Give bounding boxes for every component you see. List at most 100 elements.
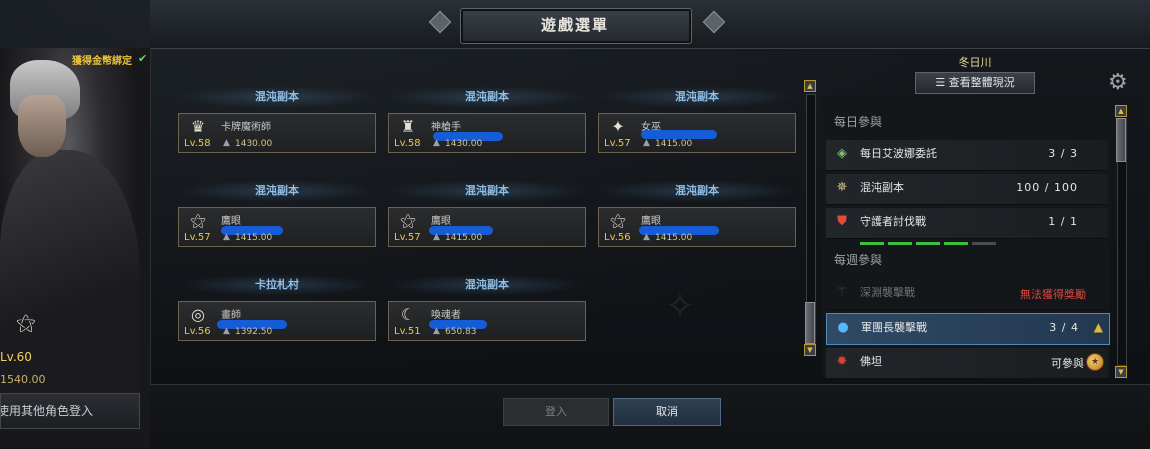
selected-power: 1540.00 <box>0 373 46 386</box>
region-name: 冬日川 <box>958 56 992 69</box>
panel-scroll-up-button[interactable]: ▲ <box>1115 105 1127 117</box>
task-count: 1 / 1 <box>1048 215 1078 228</box>
task-count: 3 / 4 <box>1049 321 1079 334</box>
char-class: 神槍手 <box>431 122 461 133</box>
char-level: Lv.57 <box>394 232 421 243</box>
char-power: 1430.00 <box>445 139 483 149</box>
abyss-raid-icon: ⚚ <box>836 285 848 300</box>
gold-bind-label: 獲得金幣綁定 <box>72 56 132 67</box>
char-power: 1430.00 <box>235 139 273 149</box>
name-redaction <box>641 130 717 139</box>
chevron-up-icon: ▲ <box>1093 320 1103 334</box>
char-location: 混沌副本 <box>177 180 377 202</box>
power-icon: ▲ <box>223 138 230 148</box>
char-class: 畫師 <box>221 310 241 321</box>
char-class: 鷹眼 <box>641 216 661 227</box>
power-icon: ▲ <box>223 232 230 242</box>
task-name: 守護者討伐戰 <box>860 215 926 228</box>
fortan-icon: ✹ <box>836 354 848 369</box>
char-power: 1415.00 <box>235 233 273 243</box>
character-card[interactable]: ⚝ 鷹眼 Lv.56 ▲ 1415.00 <box>598 207 796 247</box>
char-level: Lv.56 <box>604 232 631 243</box>
char-location: 混沌副本 <box>387 180 587 202</box>
list-icon: ☰ <box>935 76 949 89</box>
task-name: 軍團長襲擊戰 <box>861 321 927 334</box>
una-task-icon: ◈ <box>837 146 847 161</box>
character-card[interactable]: ♛ 卡牌魔術師 Lv.58 ▲ 1430.00 <box>178 113 376 153</box>
task-row[interactable]: ✹ 佛坦 可參與 ★ <box>826 348 1108 379</box>
alt-login-button[interactable]: 使用其他角色登入 <box>0 393 140 429</box>
cancel-button[interactable]: 取消 <box>613 398 721 426</box>
task-status: 可參與 <box>1051 357 1084 370</box>
task-name: 深淵襲擊戰 <box>860 286 915 299</box>
char-level: Lv.56 <box>184 326 211 337</box>
char-level: Lv.58 <box>394 138 421 149</box>
char-class: 鷹眼 <box>221 216 241 227</box>
task-row[interactable]: ⛊ 守護者討伐戰 1 / 1 <box>826 208 1108 245</box>
char-location: 混沌副本 <box>597 180 797 202</box>
task-name: 每日艾波娜委託 <box>860 147 937 160</box>
character-card[interactable]: ⚝ 鷹眼 Lv.57 ▲ 1415.00 <box>178 207 376 247</box>
char-class: 喚魂者 <box>431 310 461 321</box>
selected-level: Lv.60 <box>0 350 32 364</box>
guardian-raid-icon: ⛊ <box>837 214 847 229</box>
char-power: 1415.00 <box>655 233 693 243</box>
panel-scroll-thumb[interactable] <box>1116 118 1126 162</box>
legion-raid-icon: ● <box>837 320 849 335</box>
char-location: 卡拉札村 <box>177 274 377 296</box>
character-card[interactable]: ◎ 畫師 Lv.56 ▲ 1392.50 <box>178 301 376 341</box>
weekly-section-title: 每週參與 <box>834 253 883 267</box>
char-level: Lv.58 <box>184 138 211 149</box>
char-location: 混沌副本 <box>597 86 797 108</box>
grid-scroll-thumb[interactable] <box>805 302 815 344</box>
character-card[interactable]: ⚝ 鷹眼 Lv.57 ▲ 1415.00 <box>388 207 586 247</box>
power-icon: ▲ <box>433 326 440 336</box>
task-count: 3 / 3 <box>1048 147 1078 160</box>
task-status: 無法獲得獎勵 <box>1020 288 1086 301</box>
grid-scroll-down-button[interactable]: ▼ <box>804 344 816 356</box>
task-name: 佛坦 <box>860 355 882 368</box>
char-class: 卡牌魔術師 <box>221 122 271 133</box>
divider <box>150 48 151 384</box>
progress-segments <box>860 162 1000 177</box>
char-level: Lv.57 <box>184 232 211 243</box>
task-count: 100 / 100 <box>1016 181 1078 194</box>
char-class: 鷹眼 <box>431 216 451 227</box>
task-name: 混沌副本 <box>860 181 904 194</box>
task-row[interactable]: ⚚ 深淵襲擊戰 無法獲得獎勵 <box>826 279 1108 310</box>
power-icon: ▲ <box>643 138 650 148</box>
daily-section-title: 每日參與 <box>834 115 883 129</box>
char-location: 混沌副本 <box>177 86 377 108</box>
power-icon: ▲ <box>433 138 440 148</box>
emblem-watermark: ✧ <box>664 286 696 327</box>
progress-segments <box>860 196 1000 211</box>
task-row[interactable]: ● 軍團長襲擊戰 3 / 4 ▲ <box>826 313 1110 345</box>
login-button[interactable]: 登入 <box>503 398 609 426</box>
grid-scroll-up-button[interactable]: ▲ <box>804 80 816 92</box>
character-card[interactable]: ✦ 女巫 Lv.57 ▲ 1415.00 <box>598 113 796 153</box>
char-power: 650.83 <box>445 327 477 337</box>
window-title: 遊戲選單 <box>540 16 609 34</box>
coin-icon: ★ <box>1086 353 1104 371</box>
power-icon: ▲ <box>433 232 440 242</box>
portrait-face <box>18 95 66 157</box>
task-row[interactable]: ◈ 每日艾波娜委託 3 / 3 <box>826 140 1108 177</box>
overview-label: 查看整體現況 <box>948 76 1015 89</box>
chaos-dungeon-icon: ✵ <box>836 180 848 195</box>
progress-segments <box>860 230 1000 245</box>
char-level: Lv.51 <box>394 326 421 337</box>
char-power: 1392.50 <box>235 327 273 337</box>
panel-scroll-down-button[interactable]: ▼ <box>1115 366 1127 378</box>
gear-icon[interactable]: ⚙ <box>1108 70 1128 95</box>
char-level: Lv.57 <box>604 138 631 149</box>
overview-button[interactable]: ☰ 查看整體現況 <box>915 72 1035 94</box>
power-icon: ▲ <box>223 326 230 336</box>
task-row[interactable]: ✵ 混沌副本 100 / 100 <box>826 174 1108 211</box>
char-location: 混沌副本 <box>387 274 587 296</box>
check-icon: ✔ <box>138 52 148 65</box>
character-card[interactable]: ☾ 喚魂者 Lv.51 ▲ 650.83 <box>388 301 586 341</box>
hawkeye-class-icon: ⚝ <box>16 310 36 334</box>
char-power: 1415.00 <box>445 233 483 243</box>
char-location: 混沌副本 <box>387 86 587 108</box>
character-card[interactable]: ♜ 神槍手 Lv.58 ▲ 1430.00 <box>388 113 586 153</box>
